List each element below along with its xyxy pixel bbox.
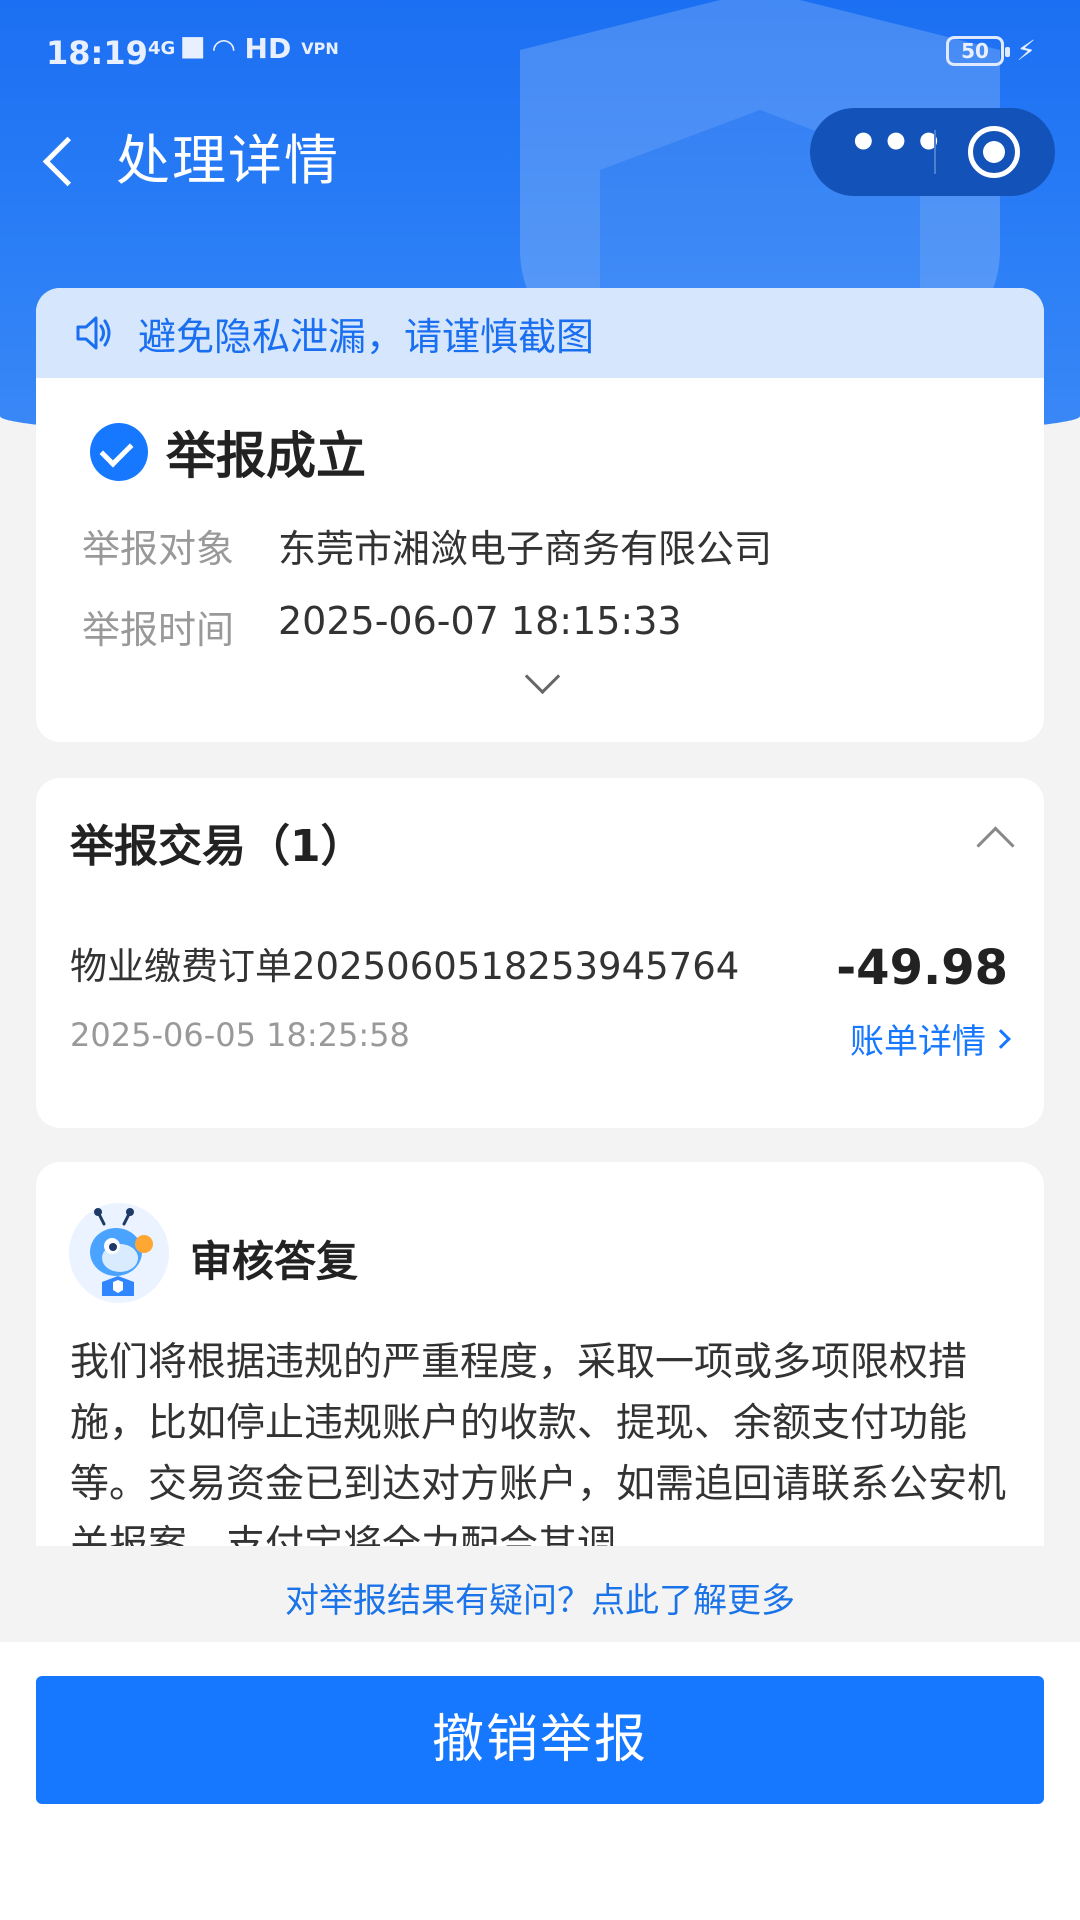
transactions-title: 举报交易（1） [70, 821, 365, 872]
result-status: 举报成立 [36, 378, 1044, 488]
hd-label: HD [244, 32, 292, 65]
bill-detail-link[interactable]: 账单详情 [850, 1014, 1011, 1063]
battery-icon: 50 [946, 36, 1010, 66]
transactions-card: 举报交易（1） 物业缴费订单2025060518253945764 -49.98… [36, 778, 1044, 1128]
nav-bar: 处理详情 ••• [0, 104, 1080, 208]
chevron-right-icon [991, 1028, 1011, 1049]
privacy-notice-text: 避免隐私泄漏，请谨慎截图 [138, 314, 595, 359]
back-button[interactable] [36, 130, 96, 190]
signal-icon: 4G▐█ [148, 37, 203, 59]
privacy-notice: 避免隐私泄漏，请谨慎截图 [36, 288, 1044, 378]
review-title: 审核答复 [190, 1237, 359, 1286]
transaction-name: 物业缴费订单2025060518253945764 [70, 945, 740, 988]
status-icons: 4G▐█ ◠ HD VPN [148, 32, 339, 65]
vpn-icon: VPN [301, 39, 339, 58]
status-time: 18:19 [46, 34, 148, 72]
check-icon [90, 423, 148, 481]
chevron-up-icon[interactable] [974, 820, 1014, 860]
report-time-value: 2025-06-07 18:15:33 [278, 599, 682, 643]
capsule-divider [934, 130, 936, 174]
result-title: 举报成立 [166, 427, 366, 485]
report-time-row: 举报时间 2025-06-07 18:15:33 [82, 599, 1044, 654]
more-button[interactable]: ••• [848, 119, 944, 168]
bill-detail-label: 账单详情 [850, 1022, 986, 1062]
report-target-row: 举报对象 东莞市湘潋电子商务有限公司 [82, 518, 1044, 573]
wifi-icon: ◠ [213, 32, 235, 65]
chevron-down-icon[interactable] [524, 664, 558, 698]
miniapp-capsule: ••• [810, 108, 1055, 196]
faq-bar: 对举报结果有疑问？点此了解更多 [0, 1546, 1080, 1642]
speaker-icon [76, 316, 111, 350]
review-card: 审核答复 我们将根据违规的严重程度，采取一项或多项限权措施，比如停止违规账户的收… [36, 1162, 1044, 1546]
close-miniapp-button[interactable] [968, 126, 1020, 178]
transaction-time: 2025-06-05 18:25:58 [70, 1016, 410, 1054]
transaction-amount: -49.98 [836, 940, 1008, 996]
review-body: 我们将根据违规的严重程度，采取一项或多项限权措施，比如停止违规账户的收款、提现、… [70, 1340, 1007, 1546]
bottom-bar: 撤销举报 [0, 1642, 1080, 1920]
status-bar: 18:19 4G▐█ ◠ HD VPN 50 ⚡ [0, 0, 1080, 104]
result-card: 避免隐私泄漏，请谨慎截图 举报成立 举报对象 东莞市湘潋电子商务有限公司 举报时… [36, 288, 1044, 742]
faq-link[interactable]: 对举报结果有疑问？点此了解更多 [285, 1581, 795, 1621]
report-target-label: 举报对象 [82, 527, 235, 571]
report-target-value: 东莞市湘潋电子商务有限公司 [278, 527, 773, 571]
cancel-report-button[interactable]: 撤销举报 [36, 1676, 1044, 1804]
page-title: 处理详情 [116, 129, 340, 192]
robot-avatar-icon [69, 1203, 169, 1303]
charging-icon: ⚡ [1016, 34, 1036, 67]
report-time-label: 举报时间 [82, 608, 235, 652]
